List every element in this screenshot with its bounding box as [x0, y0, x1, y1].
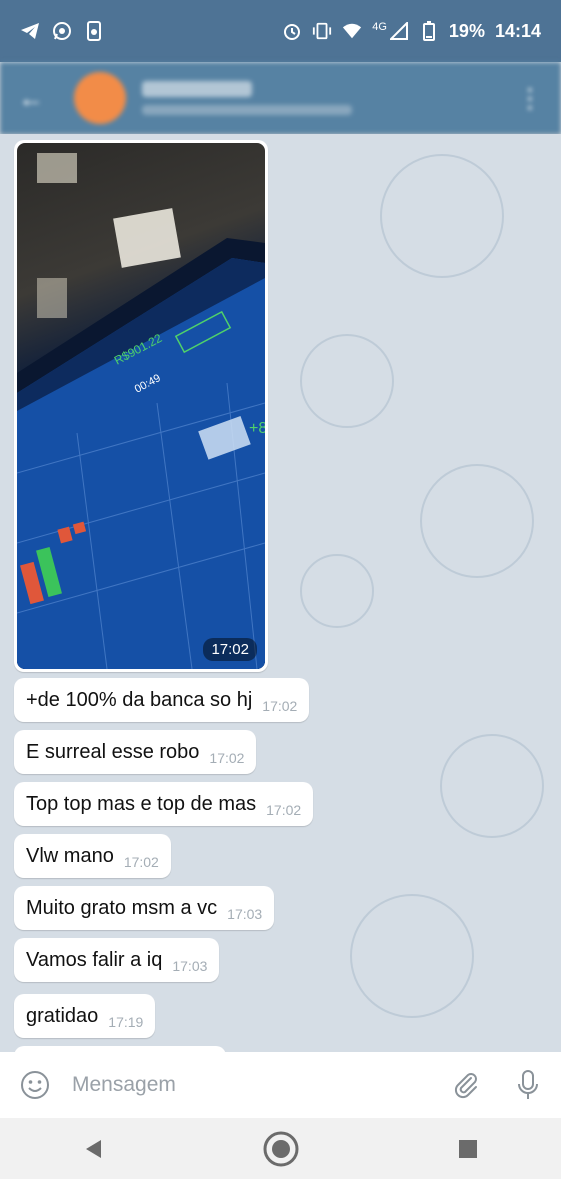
status-bar: 4G 19% 14:14 [0, 0, 561, 62]
contact-name-blurred [142, 81, 252, 97]
telegram-icon [20, 21, 40, 41]
message-input[interactable] [70, 1072, 451, 1098]
back-arrow-icon[interactable]: ← [18, 83, 44, 114]
navigation-bar [0, 1118, 561, 1179]
home-nav-icon[interactable] [251, 1124, 311, 1174]
message-text: E surreal esse robo [26, 740, 200, 763]
message-text: Muito grato msm a vc [26, 896, 218, 919]
message-text: Top top mas e top de mas [26, 792, 257, 815]
message-bubble[interactable]: Vlw mano 17:02 [14, 834, 171, 878]
message-bubble[interactable]: gratidao 17:19 [14, 994, 156, 1038]
vibrate-icon [312, 21, 332, 41]
battery-icon [419, 21, 439, 41]
wallpaper-doodle [420, 464, 534, 578]
chat-area[interactable]: R$901.22 00:49 +8 17:02 +de 100% da banc… [0, 134, 561, 1052]
network-type: 4G [372, 21, 387, 33]
chat-header: ← ⋮ [0, 62, 561, 134]
more-options-icon[interactable]: ⋮ [517, 83, 543, 114]
emoji-icon[interactable] [20, 1070, 50, 1100]
wifi-icon [342, 21, 362, 41]
message-bubble[interactable]: Top top mas e top de mas 17:02 [14, 782, 314, 826]
message-time: 17:02 [266, 802, 302, 818]
alarm-icon [282, 21, 302, 41]
wallpaper-doodle [350, 894, 474, 1018]
message-text: Vlw mano [26, 844, 114, 867]
signal-icon [389, 21, 409, 41]
wallpaper-doodle [440, 734, 544, 838]
phone-app-icon [84, 21, 104, 41]
wallpaper-doodle [300, 554, 374, 628]
message-bubble[interactable]: E surreal esse robo 17:02 [14, 730, 257, 774]
message-time: 17:03 [227, 906, 263, 922]
photo-message[interactable]: R$901.22 00:49 +8 17:02 [14, 140, 268, 672]
system-status: 4G 19% 14:14 [282, 21, 541, 42]
paperclip-icon[interactable] [451, 1070, 481, 1100]
message-time: 17:02 [123, 854, 159, 870]
message-bubble[interactable]: Vamos falir a iq 17:03 [14, 938, 220, 982]
message-composer [0, 1052, 561, 1118]
message-time: 17:03 [172, 958, 208, 974]
recents-nav-icon[interactable] [438, 1124, 498, 1174]
message-bubble[interactable]: +de 100% da banca so hj 17:02 [14, 678, 310, 722]
message-text: Vamos falir a iq [26, 948, 163, 971]
message-time: 17:02 [209, 750, 245, 766]
message-bubble[interactable]: Muito grato msm a vc 17:03 [14, 886, 275, 930]
avatar[interactable] [74, 72, 126, 124]
message-time: 17:19 [108, 1014, 144, 1030]
whatsapp-icon [52, 21, 72, 41]
notification-icons [20, 21, 104, 41]
chat-title[interactable] [142, 81, 352, 115]
message-text: gratidao [26, 1004, 99, 1027]
back-nav-icon[interactable] [64, 1124, 124, 1174]
battery-level: 19% [448, 20, 485, 41]
clock: 14:14 [494, 20, 541, 41]
wallpaper-doodle [300, 334, 394, 428]
last-seen-blurred [142, 105, 352, 115]
microphone-icon[interactable] [515, 1069, 541, 1101]
message-text: +de 100% da banca so hj [26, 688, 253, 711]
message-time: 17:02 [262, 698, 298, 714]
photo-timestamp: 17:02 [203, 638, 257, 661]
wallpaper-doodle [380, 154, 504, 278]
photo-trading-screen[interactable]: R$901.22 00:49 +8 17:02 [17, 143, 265, 669]
svg-text:+8: +8 [249, 420, 265, 437]
